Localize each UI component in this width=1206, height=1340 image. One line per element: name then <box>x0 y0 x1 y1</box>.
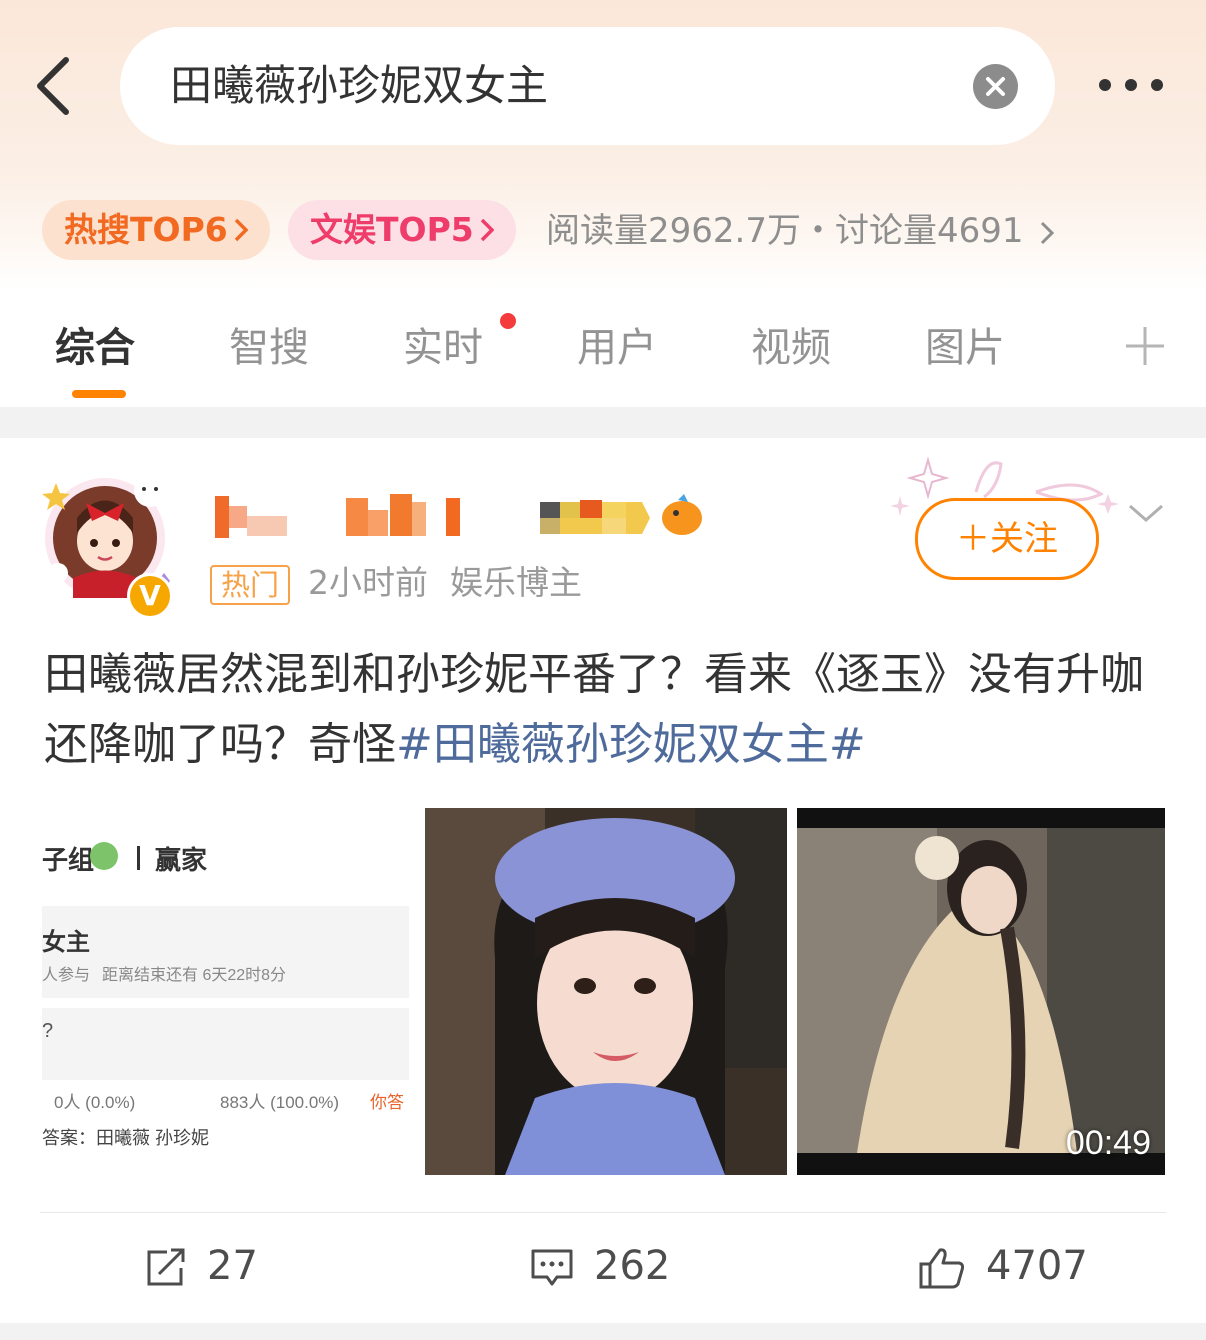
shot-answer: 答案：田曦薇 孙珍妮 <box>42 1128 210 1148</box>
repost-count: 27 <box>207 1243 258 1289</box>
follow-button[interactable]: ＋关注 <box>915 498 1099 580</box>
clear-search-button[interactable] <box>973 64 1018 109</box>
shot-question: ? <box>42 1020 54 1042</box>
shot-you-answered: 你答 <box>370 1093 404 1112</box>
username-mosaic <box>215 494 702 538</box>
shot-title: 女主 <box>42 929 90 956</box>
chevron-right-icon <box>480 218 494 242</box>
post-video-thumbnail[interactable]: 00:49 <box>797 808 1165 1175</box>
shot-option-left: 0人 (0.0%) <box>54 1093 136 1112</box>
shot-countdown: 距离结束还有 6天22时8分 <box>102 967 287 984</box>
username[interactable] <box>210 492 710 542</box>
more-dots-icon <box>1099 79 1163 91</box>
like-count: 4707 <box>986 1243 1088 1289</box>
tab-bar: 综合 智搜 实时 用户 视频 图片 <box>0 290 1206 407</box>
tab-smart-search[interactable]: 智搜 <box>229 320 309 376</box>
entertainment-rank-pill[interactable]: 文娱TOP5 <box>288 200 516 260</box>
shot-header: 子组 <box>42 845 95 875</box>
plus-icon <box>1126 327 1164 365</box>
realtime-notification-dot <box>500 313 516 329</box>
tab-comprehensive[interactable]: 综合 <box>55 320 135 376</box>
post-options-button[interactable] <box>1126 498 1166 528</box>
shot-separator <box>137 846 140 870</box>
shot-participants: 人参与 <box>42 967 91 984</box>
post-image-portrait[interactable] <box>425 808 787 1175</box>
post-meta: 热门 2小时前 娱乐博主 <box>210 560 582 606</box>
video-duration: 00:49 <box>1065 1124 1151 1162</box>
comment-button[interactable]: 262 <box>530 1238 670 1294</box>
weibo-search-page: 田曦薇孙珍妮双女主 热搜TOP6 文娱TOP5 阅读量2962.7万・讨论量46… <box>0 0 1206 1340</box>
chevron-right-icon <box>234 218 248 242</box>
repost-icon <box>147 1248 185 1286</box>
repost-button[interactable]: 27 <box>145 1238 258 1294</box>
search-input[interactable]: 田曦薇孙珍妮双女主 <box>120 27 1055 145</box>
thumbs-up-icon <box>919 1248 965 1289</box>
tab-images[interactable]: 图片 <box>925 320 1005 376</box>
video-frame <box>797 808 1165 1175</box>
portrait-photo <box>425 808 787 1175</box>
topic-stats-text: 阅读量2962.7万・讨论量4691 <box>546 211 1024 251</box>
comment-icon <box>531 1249 573 1286</box>
hot-search-rank-label: 热搜TOP6 <box>64 210 228 249</box>
topic-stats[interactable]: 阅读量2962.7万・讨论量4691 <box>546 207 1055 255</box>
close-icon <box>986 77 1005 96</box>
back-button[interactable] <box>30 52 90 120</box>
tab-video[interactable]: 视频 <box>751 320 831 376</box>
post-divider <box>40 1212 1166 1213</box>
hot-badge: 热门 <box>210 564 291 605</box>
more-button[interactable] <box>1095 70 1170 100</box>
active-tab-indicator <box>72 390 126 398</box>
entertainment-rank-label: 文娱TOP5 <box>310 210 474 249</box>
shot-header-right: 赢家 <box>155 845 208 875</box>
verified-badge: V <box>127 573 173 619</box>
chevron-left-icon <box>37 57 69 115</box>
post-image-screenshot[interactable]: 子组 赢家 女主 人参与 距离结束还有 6天22时8分 ? 0人 (0.0%) … <box>42 808 409 1175</box>
like-button[interactable]: 4707 <box>918 1238 1088 1294</box>
tab-realtime[interactable]: 实时 <box>403 320 483 376</box>
melon-icon <box>90 842 118 870</box>
search-query[interactable]: 田曦薇孙珍妮双女主 <box>170 59 548 113</box>
tab-users[interactable]: 用户 <box>577 320 657 376</box>
post-time: 2小时前 <box>308 563 429 602</box>
shot-option-right: 883人 (100.0%) <box>220 1093 340 1112</box>
verified-v-icon: V <box>139 579 161 612</box>
hot-search-rank-pill[interactable]: 热搜TOP6 <box>42 200 270 260</box>
add-tab-button[interactable] <box>1124 325 1166 367</box>
chevron-right-icon <box>1041 221 1055 244</box>
author-identity: 娱乐博主 <box>450 563 583 602</box>
topic-hashtag[interactable]: #田曦薇孙珍妮双女主# <box>396 719 866 770</box>
comment-count: 262 <box>594 1243 671 1289</box>
chevron-down-icon <box>1129 504 1163 522</box>
post-body: 田曦薇居然混到和孙珍妮平番了？看来《逐玉》没有升咖还降咖了吗？奇怪#田曦薇孙珍妮… <box>44 640 1164 780</box>
